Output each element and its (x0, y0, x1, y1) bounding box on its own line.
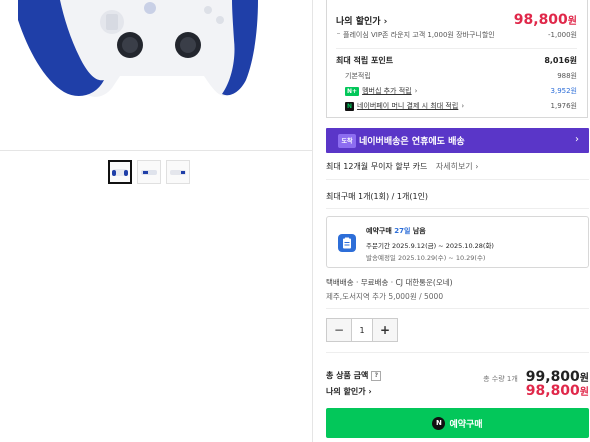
installment-text: 최대 12개월 무이자 할부 카드 (326, 162, 428, 171)
vip-discount-value: -1,000원 (547, 31, 577, 39)
basic-points-row: 기본적립 988원 (336, 71, 577, 81)
decrease-quantity-button[interactable]: − (327, 319, 351, 341)
vip-discount-label: 플레이심 VIP존 라운지 고객 1,000원 장바구니할인 (336, 30, 495, 40)
price-separator (336, 48, 577, 49)
clipboard-icon (338, 234, 356, 252)
help-icon[interactable]: ? (371, 370, 382, 381)
panel-divider (312, 0, 313, 442)
naverpay-icon: N (345, 101, 355, 111)
my-price-row: 나의 할인가 › 98,800원 (326, 383, 589, 399)
thumbnail-strip (108, 160, 190, 184)
quantity-stepper: − 1 + (326, 318, 398, 342)
naverpay-points-row: N 네이버페이 머니 결제 시 최대 적립 › 1,976원 (345, 101, 577, 111)
product-image (0, 0, 312, 150)
naverpay-points-value: 1,976원 (550, 102, 577, 110)
naver-plus-icon: N+ (345, 86, 360, 96)
membership-points-value: 3,952원 (550, 87, 577, 95)
installment-more-link[interactable]: 자세히보기 › (436, 162, 479, 171)
basic-points-value: 988원 (557, 72, 577, 80)
purchase-panel: 나의 할인가 › 98,800원 플레이심 VIP존 라운지 고객 1,000원… (326, 0, 590, 442)
installment-row: 최대 12개월 무이자 할부 카드 자세히보기 › (326, 161, 478, 172)
delivery-banner[interactable]: 도착 네이버배송은 연휴에도 배송 › (326, 128, 589, 153)
my-discount-label[interactable]: 나의 할인가 › (336, 14, 387, 27)
shipping-extra-fee: 제주,도서지역 추가 5,000원 / 5000 (326, 292, 444, 301)
increase-quantity-button[interactable]: + (373, 319, 397, 341)
points-total: 8,016원 (544, 56, 577, 65)
row-divider (326, 179, 589, 180)
total-price-label: 총 상품 금액 (326, 371, 369, 380)
preorder-box: 예약구매 27일 남음 주문기간 2025.9.12(금) ~ 2025.10.… (326, 216, 589, 268)
preorder-buy-button[interactable]: N 예약구매 (326, 408, 589, 438)
basic-points-label: 기본적립 (345, 72, 371, 80)
thumbnail-3[interactable] (166, 160, 190, 184)
vip-discount-row: 플레이심 VIP존 라운지 고객 1,000원 장바구니할인 -1,000원 (336, 30, 577, 40)
max-purchase-text: 최대구매 1개(1회) / 1개(1인) (326, 192, 429, 201)
my-price-label[interactable]: 나의 할인가 › (326, 386, 372, 397)
quantity-value[interactable]: 1 (351, 319, 373, 341)
shipping-info: 택배배송 · 무료배송 · CJ 대한통운(오네) (326, 278, 453, 287)
points-title: 최대 적립 포인트 (336, 56, 394, 65)
delivery-banner-text: 네이버배송은 연휴에도 배송 (359, 137, 465, 147)
naverpay-n-icon: N (432, 416, 446, 430)
row-divider (326, 352, 589, 353)
naver-delivery-logo-icon: 도착 (338, 133, 356, 148)
preorder-period: 주문기간 2025.9.12(금) ~ 2025.10.28(화) (366, 242, 494, 250)
price-summary-box: 나의 할인가 › 98,800원 플레이심 VIP존 라운지 고객 1,000원… (326, 0, 588, 118)
preorder-ship-date: 발송예정일 2025.10.29(수) ~ 10.29(수) (366, 254, 486, 262)
points-title-row: 최대 적립 포인트 8,016원 (336, 55, 577, 66)
buy-button-label: 예약구매 (449, 419, 483, 430)
chevron-right-icon: › (575, 134, 579, 145)
row-divider (326, 208, 589, 209)
my-discount-row: 나의 할인가 › 98,800원 (336, 12, 577, 28)
product-gallery (0, 0, 312, 442)
membership-points-link[interactable]: 멤버십 추가 적립 (362, 86, 412, 96)
my-discount-value: 98,800원 (513, 12, 577, 28)
membership-points-row: N+ 멤버십 추가 적립 › 3,952원 (345, 86, 577, 96)
gallery-divider (0, 150, 312, 151)
total-quantity: 총 수량 1개 (483, 375, 518, 383)
my-price-value: 98,800원 (525, 383, 589, 399)
row-divider (326, 308, 589, 309)
naverpay-points-link[interactable]: 네이버페이 머니 결제 시 최대 적립 (357, 101, 458, 111)
thumbnail-1[interactable] (108, 160, 132, 184)
thumbnail-2[interactable] (137, 160, 161, 184)
preorder-title: 예약구매 27일 남음 (366, 227, 426, 235)
